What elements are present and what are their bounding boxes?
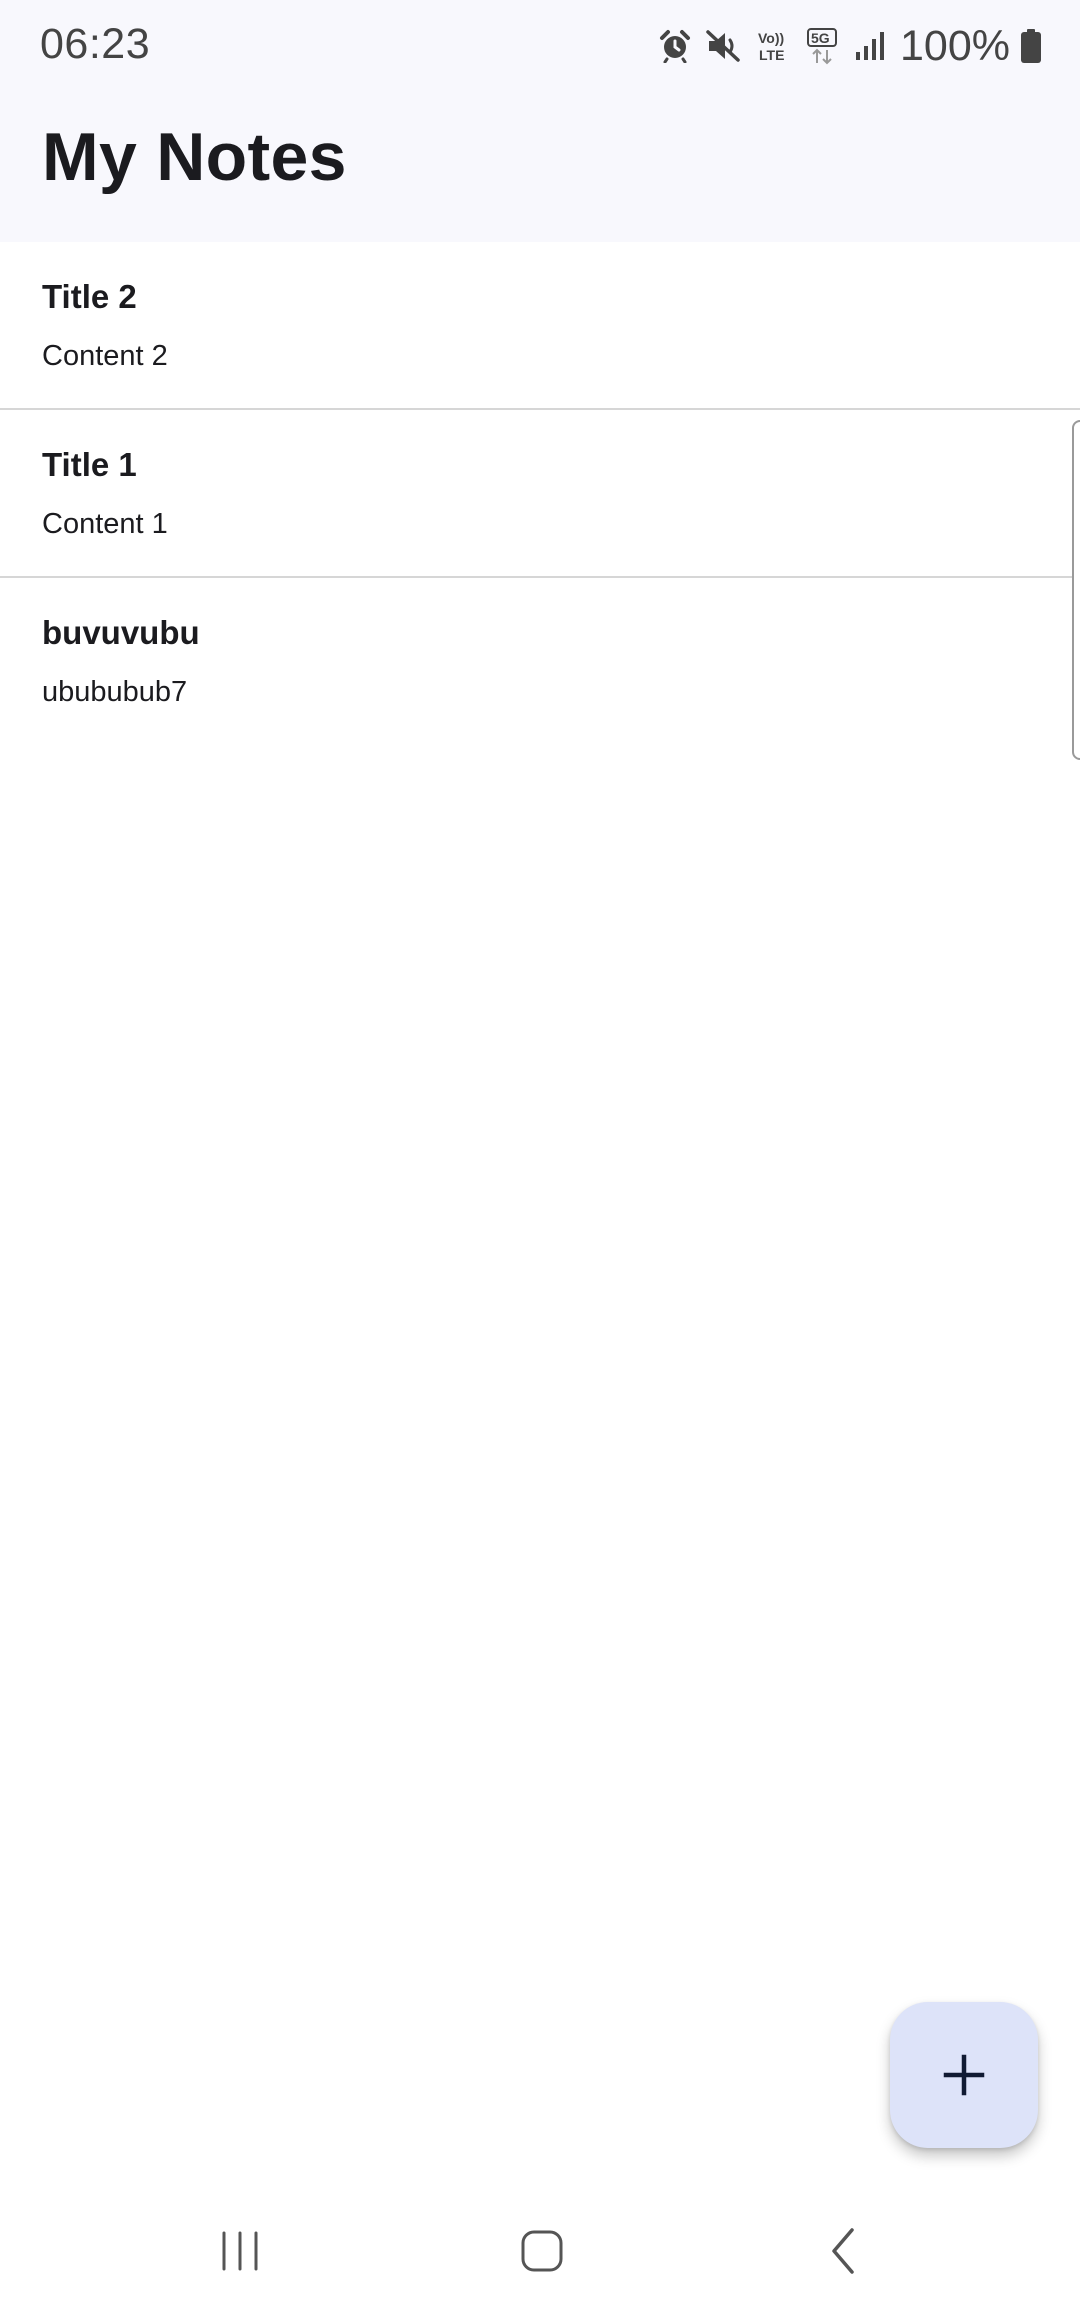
app-bar: My Notes [0,92,1080,242]
battery-percentage: 100% [900,21,1010,70]
volte-icon: Vo)) LTE [758,30,784,63]
note-content: ubububub7 [42,676,188,708]
mute-icon [706,30,740,62]
back-button[interactable] [804,2216,884,2286]
back-icon [832,2228,854,2274]
plus-icon [943,2054,985,2096]
notes-list: Title 2 Content 2 Title 1 Content 1 buvu… [0,242,1080,746]
note-title: Title 2 [42,278,137,315]
add-note-button[interactable] [890,2002,1038,2148]
alarm-icon [660,30,691,63]
recent-apps-icon [222,2231,258,2271]
5g-icon: 5G [807,28,838,65]
note-content: Content 1 [42,508,168,540]
note-title: Title 1 [42,446,137,483]
svg-text:5G: 5G [811,30,830,46]
svg-text:LTE: LTE [759,47,784,63]
recent-apps-button[interactable] [200,2216,280,2286]
note-item[interactable]: Title 1 Content 1 [0,410,1080,578]
svg-text:Vo)): Vo)) [758,30,784,46]
note-item[interactable]: Title 2 Content 2 [0,242,1080,410]
signal-icon [856,32,885,60]
home-button[interactable] [502,2216,582,2286]
page-title: My Notes [42,119,347,195]
note-content: Content 2 [42,340,168,372]
note-item[interactable]: buvuvubu ubububub7 [0,578,1080,746]
note-title: buvuvubu [42,614,200,651]
status-icons: Vo)) LTE 5G 100% [658,18,1042,74]
edge-panel-handle[interactable] [1072,420,1080,760]
status-time: 06:23 [40,20,151,68]
home-icon [521,2230,563,2272]
status-bar: 06:23 Vo)) LTE 5G 100% [0,0,1080,92]
battery-icon [1021,29,1041,63]
navigation-bar [0,2190,1080,2316]
